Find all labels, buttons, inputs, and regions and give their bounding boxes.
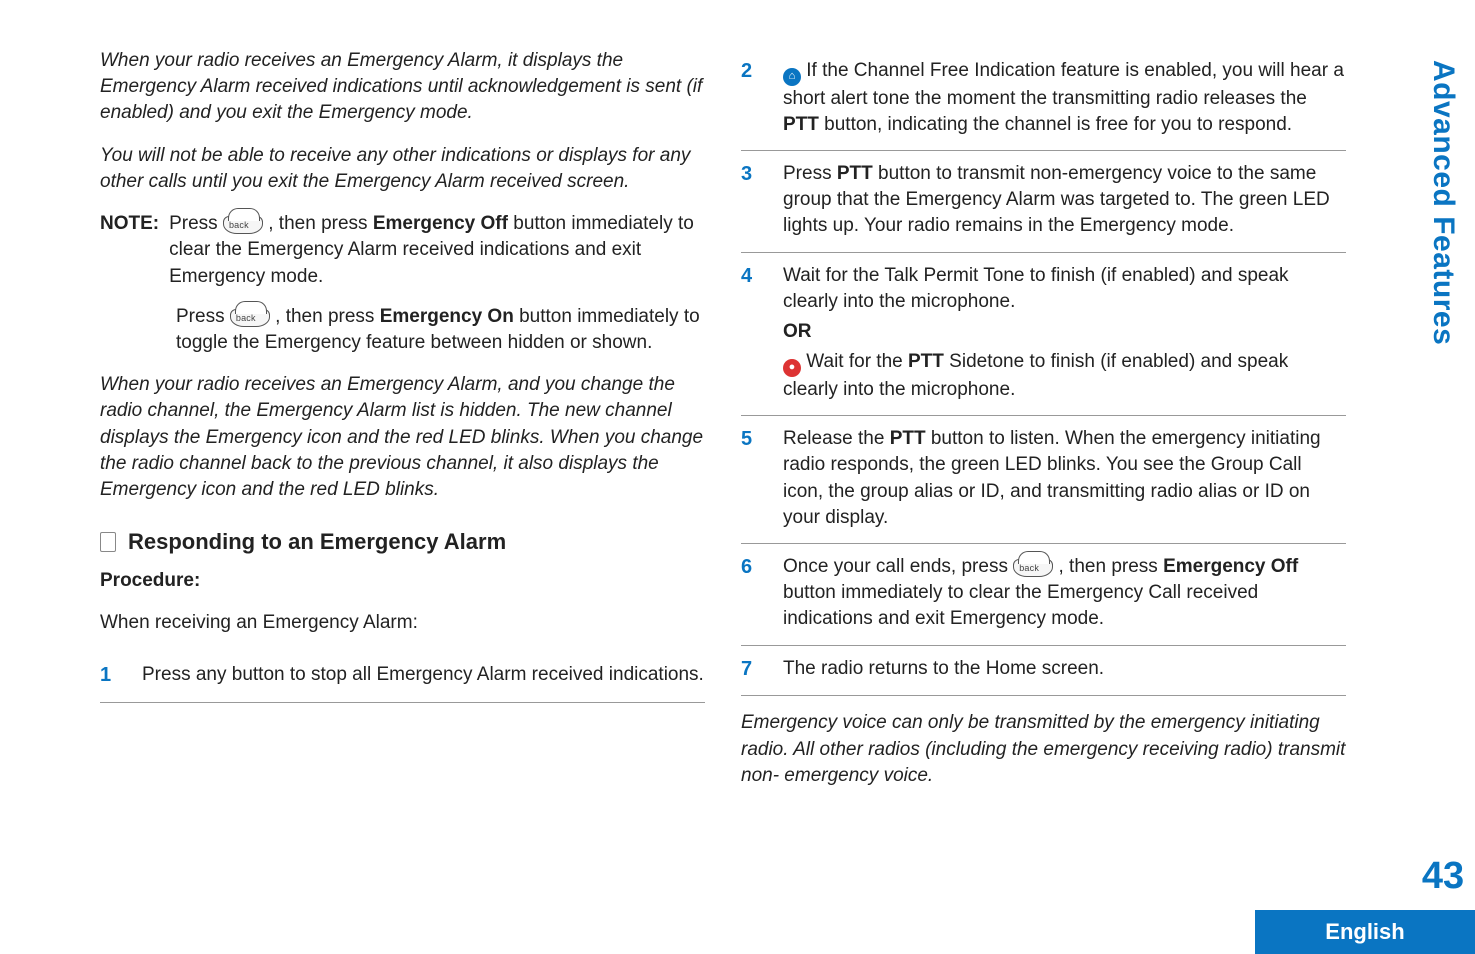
step-number: 4 xyxy=(741,263,765,403)
note-block: NOTE: Press , then press Emergency Off b… xyxy=(100,211,705,290)
step-number: 5 xyxy=(741,426,765,531)
or-label: OR xyxy=(783,319,1346,345)
step-body: Wait for the Talk Permit Tone to finish … xyxy=(783,263,1346,403)
italic-text: Emergency voice can only be transmitted … xyxy=(741,712,1345,785)
text: Press xyxy=(783,163,837,184)
italic-text: You will not be able to receive any othe… xyxy=(100,145,690,192)
step-number: 1 xyxy=(100,662,124,690)
step-7: 7 The radio returns to the Home screen. xyxy=(741,646,1346,697)
text: button immediately to clear the Emergenc… xyxy=(783,582,1258,629)
bold-text: PTT xyxy=(837,163,873,184)
text: Once your call ends, press xyxy=(783,556,1013,577)
back-key-icon xyxy=(1013,559,1053,577)
note-body-2: Press , then press Emergency On button i… xyxy=(176,304,705,356)
text: Release the xyxy=(783,428,890,449)
closing-paragraph: Emergency voice can only be transmitted … xyxy=(741,710,1346,789)
language-tab: English xyxy=(1255,910,1475,954)
step-body: Release the PTT button to listen. When t… xyxy=(783,426,1346,531)
info-icon: ⌂ xyxy=(783,68,801,86)
intro-paragraph-2: You will not be able to receive any othe… xyxy=(100,143,705,195)
note-label: NOTE: xyxy=(100,211,159,290)
note-body-1: Press , then press Emergency Off button … xyxy=(169,211,705,290)
step-5: 5 Release the PTT button to listen. When… xyxy=(741,416,1346,544)
right-column: 2 ⌂ If the Channel Free Indication featu… xyxy=(741,48,1346,805)
text: button, indicating the channel is free f… xyxy=(819,114,1292,135)
procedure-label: Procedure: xyxy=(100,568,705,594)
sidebar: Advanced Features xyxy=(1411,0,1475,954)
step-body: The radio returns to the Home screen. xyxy=(783,656,1346,684)
step-number: 3 xyxy=(741,161,765,240)
step-4: 4 Wait for the Talk Permit Tone to finis… xyxy=(741,253,1346,416)
back-key-icon xyxy=(230,309,270,327)
step-body: Once your call ends, press , then press … xyxy=(783,554,1346,633)
step-body: Press any button to stop all Emergency A… xyxy=(142,662,705,690)
step-6: 6 Once your call ends, press , then pres… xyxy=(741,544,1346,646)
document-icon xyxy=(100,532,116,552)
text: If the Channel Free Indication feature i… xyxy=(783,60,1344,109)
behavior-paragraph: When your radio receives an Emergency Al… xyxy=(100,372,705,503)
section-tab-label: Advanced Features xyxy=(1426,60,1460,345)
bold-text: PTT xyxy=(908,351,944,372)
italic-text: When your radio receives an Emergency Al… xyxy=(100,50,702,123)
page-root: When your radio receives an Emergency Al… xyxy=(0,0,1475,954)
text: , then press xyxy=(275,306,380,327)
procedure-intro: When receiving an Emergency Alarm: xyxy=(100,610,705,636)
step-2: 2 ⌂ If the Channel Free Indication featu… xyxy=(741,48,1346,151)
step-number: 7 xyxy=(741,656,765,684)
back-key-icon xyxy=(223,216,263,234)
bold-text: Emergency Off xyxy=(373,213,508,234)
step-3: 3 Press PTT button to transmit non-emerg… xyxy=(741,151,1346,253)
mic-icon: ● xyxy=(783,359,801,377)
alt-line: ● Wait for the PTT Sidetone to finish (i… xyxy=(783,349,1346,403)
page-number: 43 xyxy=(1411,855,1475,898)
step-body: ⌂ If the Channel Free Indication feature… xyxy=(783,58,1346,138)
text: Press xyxy=(169,213,223,234)
step-body: Press PTT button to transmit non-emergen… xyxy=(783,161,1346,240)
section-header: Responding to an Emergency Alarm xyxy=(100,527,705,557)
text: , then press xyxy=(268,213,373,234)
step-number: 6 xyxy=(741,554,765,633)
step-number: 2 xyxy=(741,58,765,138)
bold-text: Emergency On xyxy=(380,306,514,327)
text: Wait for the Talk Permit Tone to finish … xyxy=(783,263,1346,315)
two-column-layout: When your radio receives an Emergency Al… xyxy=(0,0,1475,829)
left-column: When your radio receives an Emergency Al… xyxy=(100,48,705,805)
italic-text: When your radio receives an Emergency Al… xyxy=(100,374,703,500)
step-1: 1 Press any button to stop all Emergency… xyxy=(100,652,705,703)
intro-paragraph-1: When your radio receives an Emergency Al… xyxy=(100,48,705,127)
text: Wait for the xyxy=(806,351,908,372)
text: Press xyxy=(176,306,230,327)
bold-text: PTT xyxy=(890,428,926,449)
text: , then press xyxy=(1059,556,1164,577)
bold-text: Emergency Off xyxy=(1163,556,1298,577)
section-title: Responding to an Emergency Alarm xyxy=(128,527,506,557)
bold-text: PTT xyxy=(783,114,819,135)
